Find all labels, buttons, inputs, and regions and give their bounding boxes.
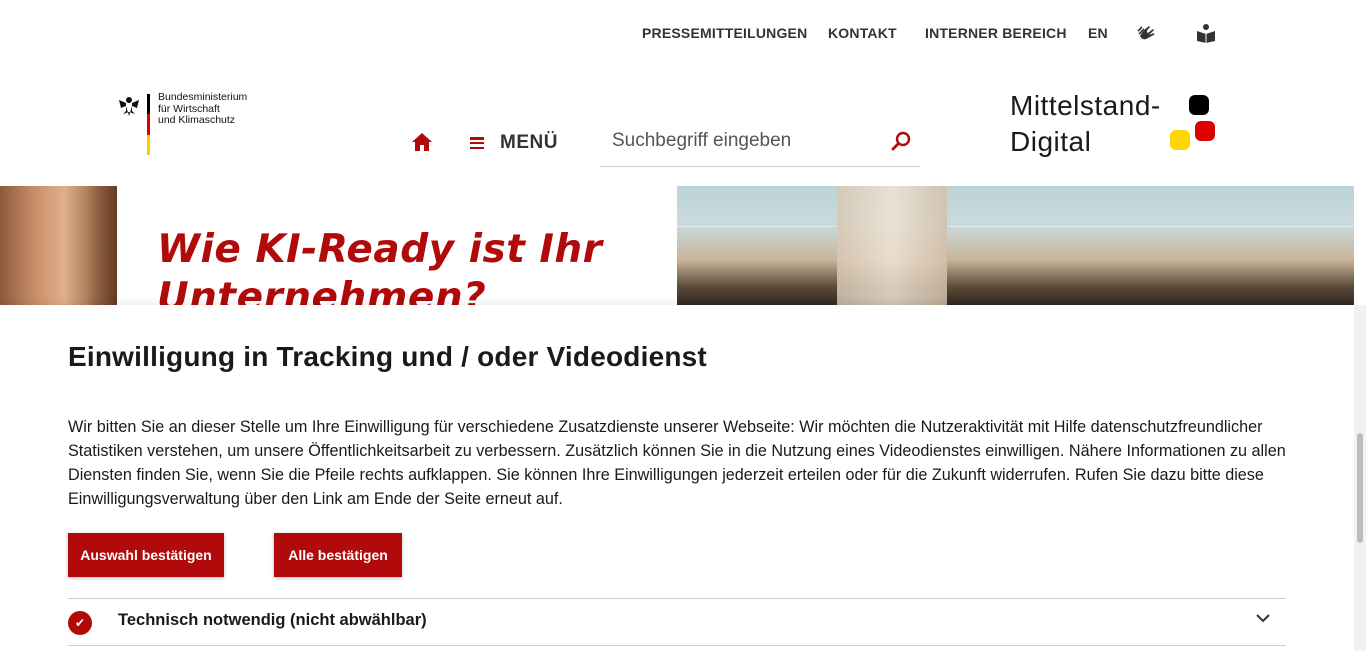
- home-icon[interactable]: [411, 131, 433, 153]
- hero-right-image: [677, 186, 1354, 305]
- menu-label: MENÜ: [500, 132, 558, 153]
- internal-area-link[interactable]: INTERNER BEREICH: [925, 25, 1067, 41]
- consent-heading: Einwilligung in Tracking und / oder Vide…: [68, 341, 707, 372]
- dialog-scrollbar[interactable]: [1354, 305, 1366, 651]
- consent-body-text: Wir bitten Sie an dieser Stelle um Ihre …: [68, 418, 1286, 508]
- easy-language-icon[interactable]: [1195, 22, 1217, 44]
- chevron-down-icon[interactable]: [1254, 609, 1272, 627]
- consent-category-row[interactable]: ✔ Technisch notwendig (nicht abwählbar): [68, 598, 1286, 646]
- search-input[interactable]: [612, 128, 882, 154]
- hero-text-panel: Wie KI-Ready ist Ihr Unternehmen?: [117, 186, 677, 305]
- federal-eagle-icon: [117, 94, 141, 118]
- hero-title: Wie KI-Ready ist Ihr Unternehmen?: [157, 227, 603, 305]
- confirm-selection-button[interactable]: Auswahl bestätigen: [68, 533, 224, 577]
- consent-dialog: Einwilligung in Tracking und / oder Vide…: [0, 305, 1354, 651]
- logo-square-red: [1195, 121, 1215, 141]
- main-menu-button[interactable]: MENÜ: [470, 131, 558, 155]
- checkmark-icon: ✔: [68, 611, 92, 635]
- search-icon[interactable]: [890, 130, 912, 152]
- consent-category-label: Technisch notwendig (nicht abwählbar): [118, 611, 427, 629]
- hero-left-image: [0, 186, 117, 305]
- accept-all-button[interactable]: Alle bestätigen: [274, 533, 402, 577]
- ministry-logo[interactable]: Bundesministerium für Wirtschaft und Kli…: [117, 91, 257, 158]
- logo-square-black: [1189, 95, 1209, 115]
- top-utility-nav: PRESSEMITTEILUNGEN KONTAKT INTERNER BERE…: [0, 0, 1366, 66]
- logo-square-gold: [1170, 130, 1190, 150]
- hamburger-icon: [470, 137, 484, 149]
- german-flag-stripe: [147, 94, 150, 155]
- ministry-name: Bundesministerium für Wirtschaft und Kli…: [158, 91, 248, 126]
- sign-language-icon[interactable]: [1136, 22, 1158, 44]
- logo-text: Mittelstand- Digital: [1010, 90, 1161, 157]
- scrollbar-thumb[interactable]: [1357, 433, 1363, 543]
- search-box: [600, 118, 920, 167]
- mittelstand-digital-logo[interactable]: Mittelstand- Digital: [1010, 88, 1220, 158]
- hero-banner: Wie KI-Ready ist Ihr Unternehmen?: [0, 186, 1366, 305]
- press-releases-link[interactable]: PRESSEMITTEILUNGEN: [642, 25, 807, 41]
- language-en-link[interactable]: EN: [1088, 25, 1108, 41]
- contact-link[interactable]: KONTAKT: [828, 25, 897, 41]
